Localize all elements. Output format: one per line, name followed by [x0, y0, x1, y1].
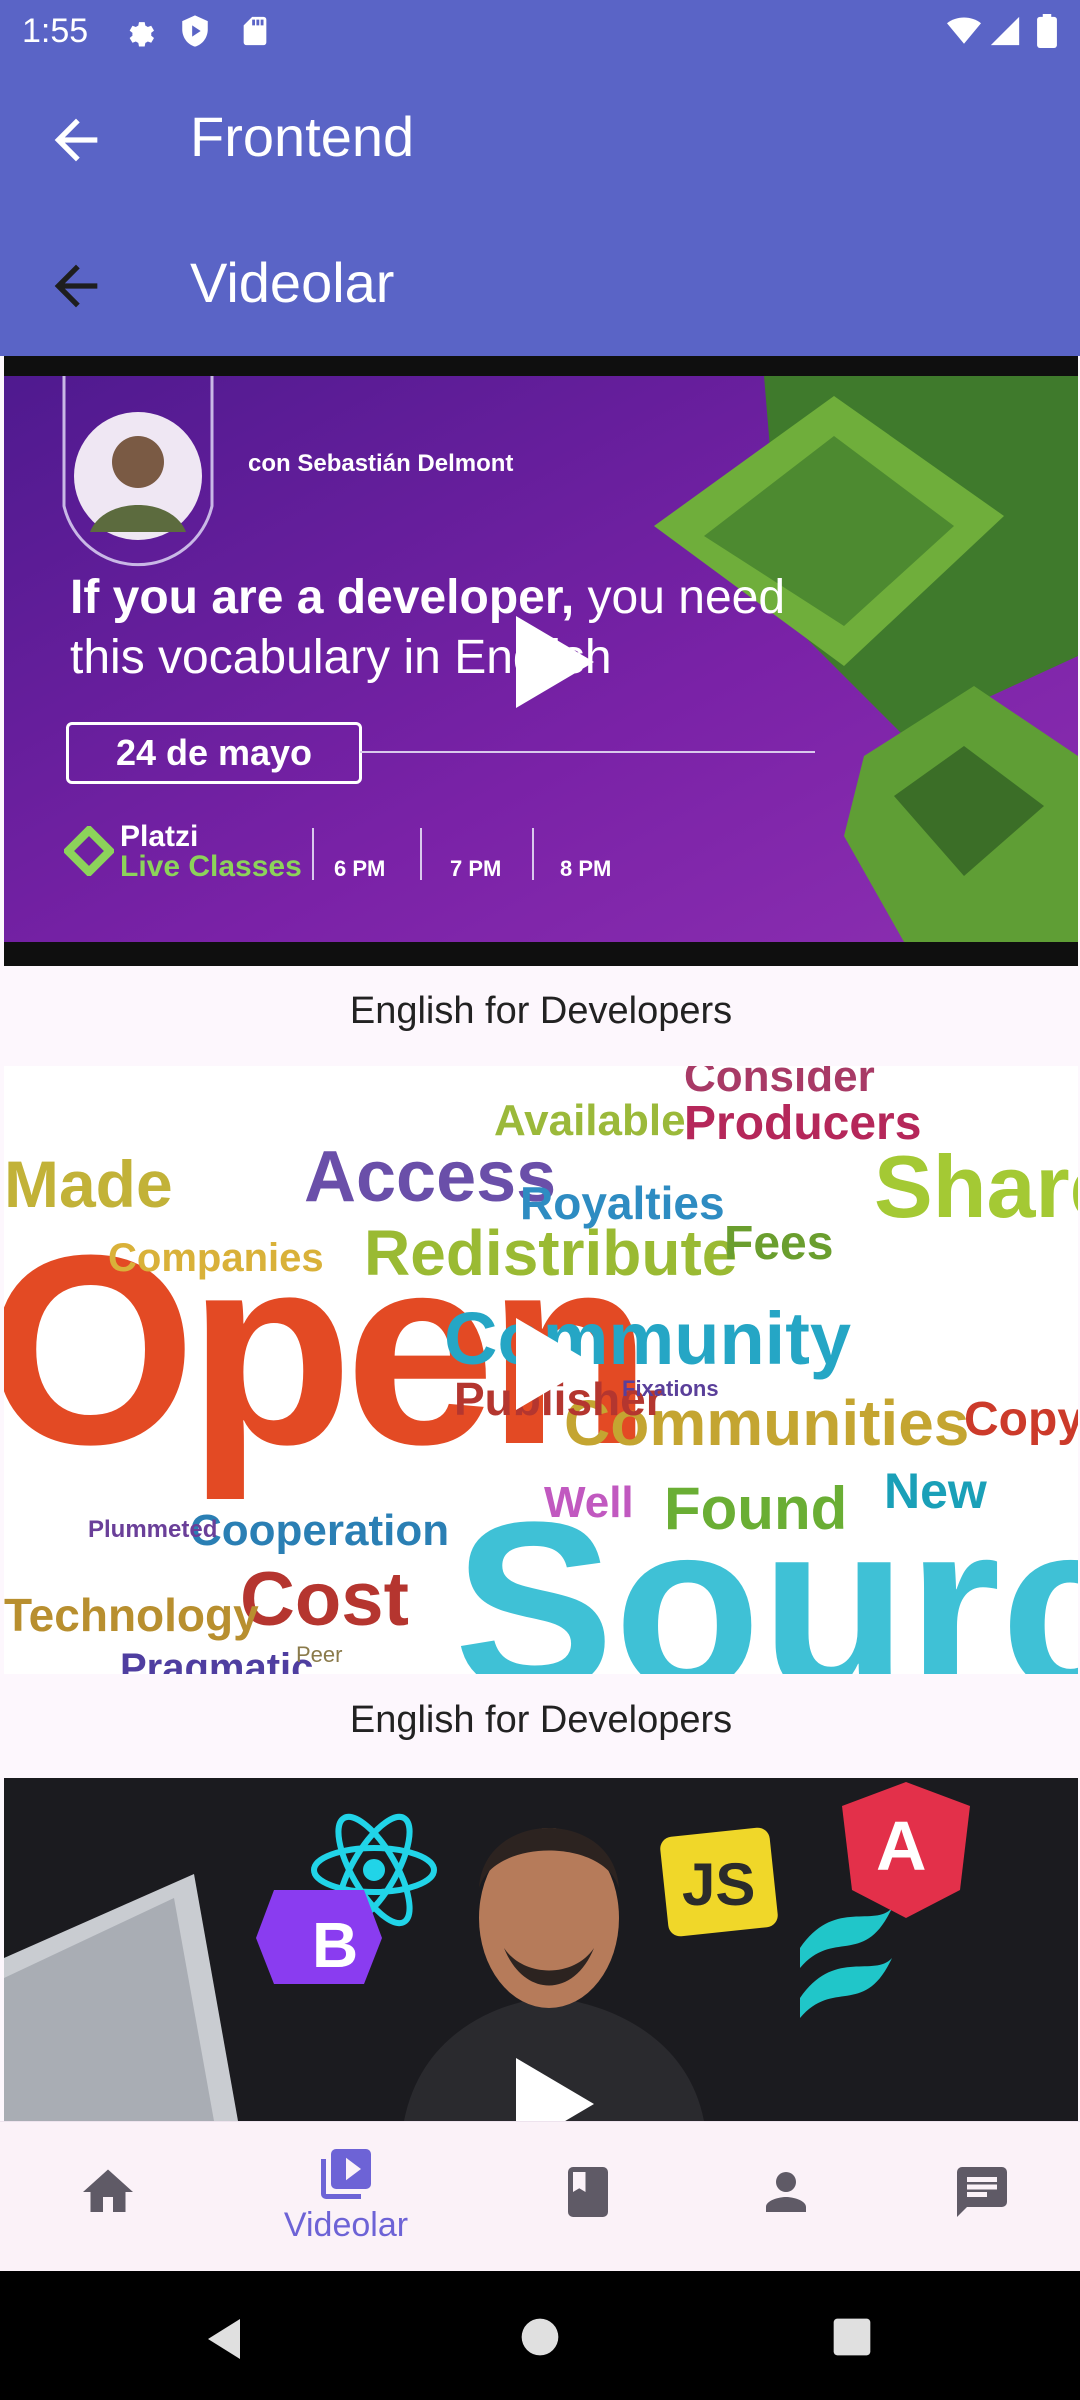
- angular-badge: A: [876, 1807, 927, 1885]
- time-br: 8 PM: [560, 856, 612, 881]
- play-icon-2[interactable]: [516, 1318, 594, 1410]
- cloud-word-made: Made: [4, 1147, 173, 1221]
- platzi-brand: Platzi Live Classes: [120, 820, 302, 883]
- cloud-word-digital: Shared: [874, 1137, 1078, 1236]
- cloud-word-cost: Cost: [240, 1557, 409, 1642]
- app-bar: [0, 66, 1080, 356]
- shield-play-icon: [182, 15, 208, 47]
- date-badge: 24 de mayo: [66, 722, 362, 784]
- cloud-word-well: New: [884, 1463, 987, 1519]
- video-caption-2: English for Developers: [349, 1699, 733, 1741]
- back-triangle-icon[interactable]: [200, 2315, 248, 2363]
- js-badge: JS: [682, 1851, 756, 1918]
- video-card-2[interactable]: Open Source Community Communities Access…: [4, 1066, 1078, 1674]
- system-navigation-bar: [0, 2271, 1080, 2400]
- cloud-word-technology: Technology: [4, 1589, 259, 1641]
- video-feed[interactable]: con Sebastián Delmont If you are a devel…: [4, 356, 1078, 2121]
- platzi-logo-icon: [64, 826, 114, 876]
- cloud-word-royalties: Royalties: [520, 1177, 725, 1229]
- video-card-1[interactable]: con Sebastián Delmont If you are a devel…: [4, 356, 1078, 966]
- settings-icon: [129, 22, 155, 47]
- headline: If you are a developer, you need this vo…: [70, 571, 786, 684]
- page-title: Frontend: [190, 105, 415, 168]
- video-card-3[interactable]: B JS A: [4, 1778, 1078, 2121]
- home-circle-icon[interactable]: [518, 2315, 562, 2359]
- sd-card-icon: [243, 16, 267, 46]
- cloud-word-access: Access: [304, 1137, 557, 1217]
- cloud-word-whose: Pragmatic: [120, 1646, 314, 1674]
- play-icon[interactable]: [516, 616, 594, 708]
- home-icon: [83, 2169, 133, 2212]
- nav-book[interactable]: [480, 2122, 696, 2272]
- arrow-back-icon[interactable]: [44, 108, 108, 172]
- arrow-back-icon-secondary[interactable]: [44, 254, 108, 318]
- video-caption-1: English for Developers: [349, 990, 733, 1032]
- nav-home[interactable]: [0, 2122, 216, 2272]
- nav-profile[interactable]: [678, 2122, 894, 2272]
- cloud-word-found: Well: [544, 1478, 634, 1527]
- cloud-word-consider: Consider: [684, 1066, 875, 1101]
- nav-videolar[interactable]: Videolar: [238, 2122, 454, 2272]
- cloud-word-community: Community: [444, 1297, 851, 1380]
- cloud-word-plummeted: Fixations: [622, 1376, 719, 1401]
- cloud-word-peer: Peer: [296, 1642, 343, 1667]
- wifi-icon: [947, 17, 981, 44]
- time-mx: 6 PM: [334, 856, 386, 881]
- nav-chat[interactable]: [874, 2122, 1080, 2272]
- cell-signal-icon: [990, 16, 1020, 46]
- book-icon: [568, 2167, 608, 2217]
- status-time: 1:55: [22, 12, 89, 50]
- play-icon-3[interactable]: [516, 2058, 594, 2121]
- person-icon: [766, 2172, 806, 2212]
- cloud-word-available: Available: [494, 1096, 686, 1145]
- cloud-word-new: Copy: [964, 1393, 1078, 1446]
- host-line: con Sebastián Delmont: [248, 450, 514, 477]
- cloud-word-companies: Companies: [108, 1236, 324, 1280]
- cloud-word-cooperation: Cooperation: [190, 1506, 450, 1555]
- divider: [360, 751, 815, 753]
- cloud-word-pragmatic: Plummeted: [88, 1516, 218, 1543]
- cloud-word-shared: Found: [664, 1475, 848, 1542]
- chat-icon: [957, 2167, 1007, 2217]
- status-bar: 1:55: [0, 0, 1080, 66]
- recents-square-icon[interactable]: [830, 2315, 874, 2359]
- bootstrap-badge: B: [312, 1909, 359, 1981]
- bottom-nav: Videolar: [0, 2121, 1080, 2272]
- battery-icon: [1037, 14, 1057, 48]
- cloud-word-fees: Fees: [724, 1217, 834, 1270]
- video-library-icon: [321, 2149, 371, 2199]
- nav-label-videolar: Videolar: [283, 2206, 409, 2244]
- section-title: Videolar: [190, 251, 395, 314]
- time-cl: 7 PM: [450, 856, 502, 881]
